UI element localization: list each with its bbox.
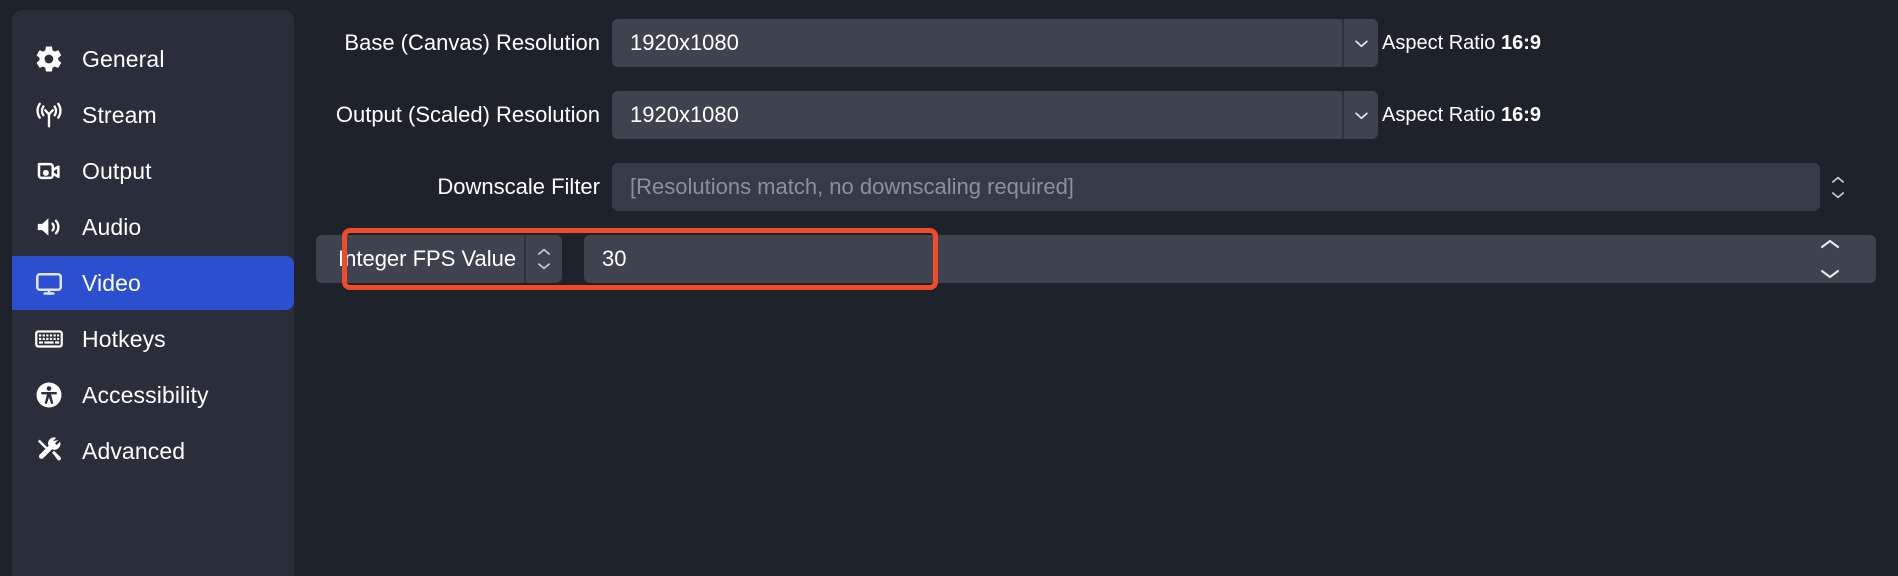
downscale-filter-row: Downscale Filter [Resolutions match, no … xyxy=(294,163,1898,211)
chevron-up-icon[interactable] xyxy=(1819,238,1841,250)
chevron-down-icon[interactable] xyxy=(1819,268,1841,280)
output-aspect-ratio: Aspect Ratio 16:9 xyxy=(1382,91,1541,139)
base-resolution-label: Base (Canvas) Resolution xyxy=(344,30,600,55)
sidebar-item-video[interactable]: Video xyxy=(12,256,294,310)
monitor-icon xyxy=(32,266,66,300)
output-aspect-ratio-prefix: Aspect Ratio xyxy=(1382,104,1496,126)
tools-icon xyxy=(32,434,66,468)
video-camera-icon xyxy=(32,154,66,188)
fps-type-combobox[interactable]: Integer FPS Value xyxy=(316,235,562,283)
output-resolution-combobox[interactable]: 1920x1080 xyxy=(612,91,1378,139)
base-aspect-ratio-prefix: Aspect Ratio xyxy=(1382,32,1496,54)
settings-sidebar: General Stream Output Audio Video Hotkey… xyxy=(12,10,294,576)
output-resolution-label: Output (Scaled) Resolution xyxy=(335,102,600,127)
keyboard-icon xyxy=(32,322,66,356)
accessibility-icon xyxy=(32,378,66,412)
video-settings-panel: Base (Canvas) Resolution 1920x1080 Aspec… xyxy=(294,0,1898,576)
gear-icon xyxy=(32,42,66,76)
sidebar-item-label: Advanced xyxy=(82,437,186,464)
up-down-stepper-icon[interactable] xyxy=(524,235,562,283)
speaker-icon xyxy=(32,210,66,244)
output-resolution-row: Output (Scaled) Resolution 1920x1080 Asp… xyxy=(294,91,1898,139)
fps-value-stepper[interactable] xyxy=(1819,238,1841,280)
settings-window: General Stream Output Audio Video Hotkey… xyxy=(0,0,1898,576)
fps-value-spinbox[interactable]: 30 xyxy=(584,235,1876,283)
sidebar-item-stream[interactable]: Stream xyxy=(12,88,294,142)
output-aspect-ratio-value: 16:9 xyxy=(1500,104,1541,126)
sidebar-item-audio[interactable]: Audio xyxy=(12,200,294,254)
sidebar-item-label: Accessibility xyxy=(82,381,209,408)
fps-value-input[interactable]: 30 xyxy=(584,235,1876,283)
sidebar-item-advanced[interactable]: Advanced xyxy=(12,424,294,478)
downscale-filter-label: Downscale Filter xyxy=(437,174,600,199)
sidebar-item-label: Video xyxy=(82,269,141,296)
fps-type-value[interactable]: Integer FPS Value xyxy=(316,235,524,283)
base-resolution-combobox[interactable]: 1920x1080 xyxy=(612,19,1378,67)
base-resolution-value[interactable]: 1920x1080 xyxy=(612,19,1342,67)
sidebar-item-accessibility[interactable]: Accessibility xyxy=(12,368,294,422)
sidebar-item-general[interactable]: General xyxy=(12,32,294,86)
chevron-down-icon[interactable] xyxy=(1342,19,1378,67)
sidebar-item-label: Stream xyxy=(82,101,157,128)
sidebar-item-hotkeys[interactable]: Hotkeys xyxy=(12,312,294,366)
sidebar-item-label: Hotkeys xyxy=(82,325,166,352)
up-down-stepper-icon[interactable] xyxy=(1820,163,1856,211)
base-resolution-row: Base (Canvas) Resolution 1920x1080 Aspec… xyxy=(294,19,1898,67)
output-resolution-value[interactable]: 1920x1080 xyxy=(612,91,1342,139)
sidebar-item-label: Audio xyxy=(82,213,142,240)
sidebar-item-output[interactable]: Output xyxy=(12,144,294,198)
sidebar-item-label: General xyxy=(82,45,165,72)
fps-row: Integer FPS Value 30 xyxy=(294,235,1898,283)
chevron-down-icon[interactable] xyxy=(1342,91,1378,139)
sidebar-item-label: Output xyxy=(82,157,152,184)
downscale-filter-field: [Resolutions match, no downscaling requi… xyxy=(612,163,1856,211)
broadcast-icon xyxy=(32,98,66,132)
base-aspect-ratio: Aspect Ratio 16:9 xyxy=(1382,19,1541,67)
downscale-filter-value: [Resolutions match, no downscaling requi… xyxy=(612,163,1820,211)
base-aspect-ratio-value: 16:9 xyxy=(1500,32,1541,54)
